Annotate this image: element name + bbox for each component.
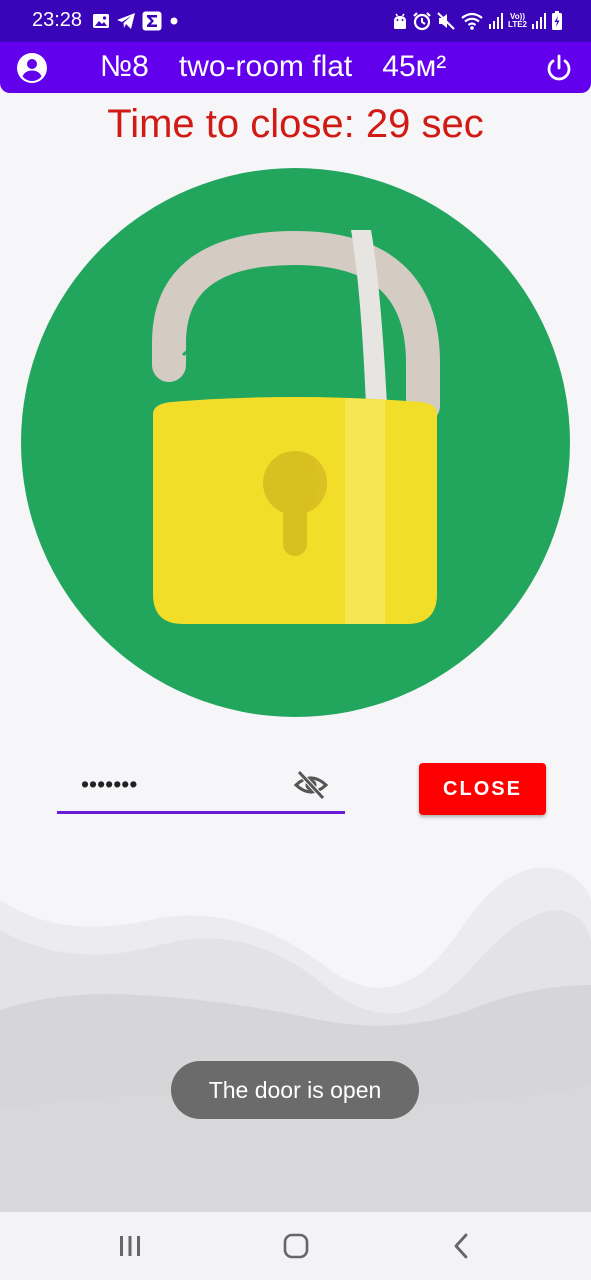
battery-charging-icon [551, 11, 563, 31]
power-icon [547, 54, 571, 81]
navigation-bar [0, 1212, 591, 1280]
back-button[interactable] [442, 1230, 482, 1262]
app-title: №8 two-room flat 45м² [100, 50, 500, 84]
decorative-waves [0, 860, 591, 1212]
password-field [57, 758, 345, 816]
mute-icon [436, 11, 456, 31]
image-icon [92, 13, 110, 29]
toast-message: The door is open [171, 1061, 419, 1119]
power-button[interactable] [543, 52, 575, 84]
recents-icon [120, 1236, 140, 1256]
back-icon [454, 1233, 468, 1259]
app-bar: №8 two-room flat 45м² [0, 42, 591, 93]
account-circle-icon [17, 53, 47, 83]
apartment-number: №8 [100, 50, 149, 83]
home-icon [283, 1233, 309, 1259]
unlocked-padlock-icon [21, 168, 570, 717]
status-left-icons [92, 10, 180, 32]
account-button[interactable] [16, 52, 48, 84]
telegram-icon [116, 12, 136, 30]
lte2-label: LTE2 [508, 20, 527, 29]
eye-off-icon [293, 770, 329, 800]
close-door-button[interactable]: CLOSE [419, 763, 546, 815]
recents-button[interactable] [110, 1230, 150, 1262]
signal-icon [488, 12, 504, 30]
sigma-icon [142, 11, 162, 31]
dot-icon [168, 15, 180, 27]
android-icon [392, 12, 408, 30]
apartment-area: 45м² [382, 50, 447, 83]
alarm-icon [412, 11, 432, 31]
wifi-icon [460, 11, 484, 31]
status-right-icons: Vo)) LTE2 [392, 9, 563, 33]
status-time: 23:28 [32, 9, 83, 31]
home-button[interactable] [276, 1230, 316, 1262]
lock-status-image [21, 168, 570, 717]
volte-lte2-icon: Vo)) LTE2 [508, 13, 527, 29]
status-bar: 23:28 Vo)) LTE2 [0, 0, 591, 42]
password-visibility-toggle[interactable] [293, 767, 329, 803]
signal-icon [531, 12, 547, 30]
apartment-type: two-room flat [178, 50, 353, 83]
close-timer: Time to close: 29 sec [107, 102, 484, 146]
